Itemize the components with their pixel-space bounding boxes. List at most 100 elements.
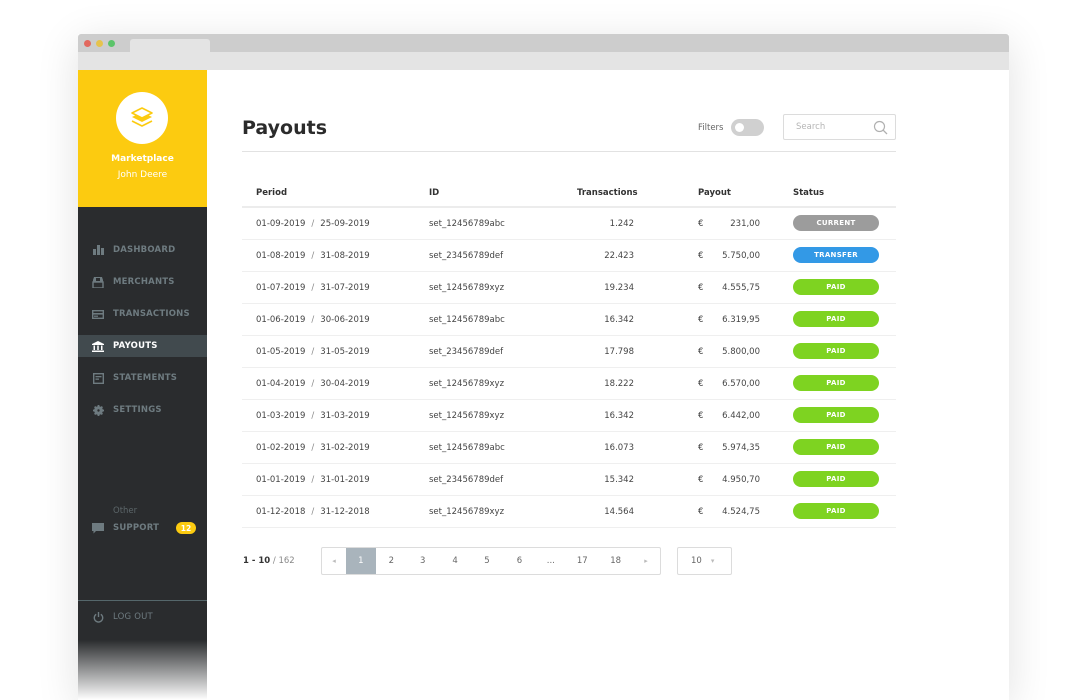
per-page-select[interactable]: 10 ▾ <box>677 547 732 575</box>
table-row[interactable]: 01-03-2019 / 31-03-2019 set_12456789xyz 16… <box>242 400 896 432</box>
status-badge: CURRENT <box>793 215 879 231</box>
period-separator: / <box>311 443 315 453</box>
table-row[interactable]: 01-02-2019 / 31-02-2019 set_12456789abc 16… <box>242 432 896 464</box>
period-end: 30-04-2019 <box>320 379 370 389</box>
table-row[interactable]: 01-09-2019 / 25-09-2019 set_12456789abc 1.… <box>242 208 896 240</box>
chevron-down-icon: ▾ <box>710 557 715 565</box>
period-separator: / <box>311 283 315 293</box>
payout-id[interactable]: set_23456789def <box>429 251 503 261</box>
page-button[interactable]: 5 <box>472 548 503 574</box>
payout-amount: 4.555,75 <box>722 283 760 293</box>
power-icon <box>92 611 104 623</box>
main-content: Payouts Filters Period ID Transactions P… <box>207 70 1009 700</box>
sidebar-item-label: TRANSACTIONS <box>113 309 190 319</box>
credit-card-icon <box>92 308 104 320</box>
pagination-range: 1 - 10 <box>243 556 271 566</box>
payout-amount: 4.524,75 <box>722 507 760 517</box>
period-start: 01-04-2019 <box>256 379 306 389</box>
table-row[interactable]: 01-07-2019 / 31-07-2019 set_12456789xyz 19… <box>242 272 896 304</box>
table-row[interactable]: 01-01-2019 / 31-01-2019 set_23456789def 15… <box>242 464 896 496</box>
transactions-count: 15.342 <box>604 475 634 485</box>
minimize-window-icon[interactable] <box>96 40 103 47</box>
payout-id[interactable]: set_12456789abc <box>429 315 505 325</box>
payout-id[interactable]: set_12456789xyz <box>429 379 504 389</box>
page-button[interactable]: 3 <box>407 548 439 574</box>
table-row[interactable]: 01-05-2019 / 31-05-2019 set_23456789def 17… <box>242 336 896 368</box>
prev-page-button[interactable]: ◂ <box>322 548 346 574</box>
table-row[interactable]: 01-12-2018 / 31-12-2018 set_12456789xyz 14… <box>242 496 896 528</box>
payouts-table: Period ID Transactions Payout Status 01-… <box>242 182 896 528</box>
close-window-icon[interactable] <box>84 40 91 47</box>
next-page-button[interactable]: ▸ <box>632 548 660 574</box>
layers-icon <box>116 92 168 144</box>
sidebar-section-other: Other <box>113 506 138 516</box>
payout-id[interactable]: set_12456789abc <box>429 443 505 453</box>
header-divider <box>242 151 896 152</box>
page-button[interactable]: 4 <box>439 548 472 574</box>
payout-id[interactable]: set_12456789xyz <box>429 283 504 293</box>
bar-chart-icon <box>92 244 104 256</box>
sidebar-item-merchants[interactable]: MERCHANTS <box>78 271 207 293</box>
sidebar-item-settings[interactable]: SETTINGS <box>78 399 207 421</box>
sidebar-item-statements[interactable]: STATEMENTS <box>78 367 207 389</box>
payout-id[interactable]: set_23456789def <box>429 475 503 485</box>
search-icon[interactable] <box>873 120 888 139</box>
browser-tab[interactable] <box>130 39 210 52</box>
column-header-id[interactable]: ID <box>429 188 439 198</box>
page-button[interactable]: 17 <box>565 548 599 574</box>
payout-id[interactable]: set_12456789abc <box>429 219 505 229</box>
period-end: 31-05-2019 <box>320 347 370 357</box>
gear-icon <box>92 404 104 416</box>
sidebar-divider <box>78 600 207 601</box>
sidebar-item-transactions[interactable]: TRANSACTIONS <box>78 303 207 325</box>
chat-icon <box>92 522 104 534</box>
period-cell: 01-12-2018 / 31-12-2018 <box>256 507 370 517</box>
sidebar-item-dashboard[interactable]: DASHBOARD <box>78 239 207 261</box>
logout-button[interactable]: LOG OUT <box>78 606 207 628</box>
sidebar-item-label: SUPPORT <box>113 523 160 533</box>
transactions-count: 16.342 <box>604 315 634 325</box>
sidebar-item-label: STATEMENTS <box>113 373 178 383</box>
support-count-badge: 12 <box>176 522 196 534</box>
payout-id[interactable]: set_12456789xyz <box>429 411 504 421</box>
column-header-period[interactable]: Period <box>256 188 287 198</box>
table-row[interactable]: 01-08-2019 / 31-08-2019 set_23456789def 22… <box>242 240 896 272</box>
column-header-payout[interactable]: Payout <box>698 188 731 198</box>
sidebar-item-payouts[interactable]: PAYOUTS <box>78 335 207 357</box>
payout-id[interactable]: set_12456789xyz <box>429 507 504 517</box>
period-start: 01-09-2019 <box>256 219 306 229</box>
table-row[interactable]: 01-04-2019 / 30-04-2019 set_12456789xyz 18… <box>242 368 896 400</box>
store-icon <box>92 276 104 288</box>
period-end: 31-02-2019 <box>320 443 370 453</box>
period-cell: 01-06-2019 / 30-06-2019 <box>256 315 370 325</box>
filters-label: Filters <box>698 123 724 133</box>
period-cell: 01-02-2019 / 31-02-2019 <box>256 443 370 453</box>
filters-toggle[interactable] <box>731 119 764 136</box>
transactions-count: 17.798 <box>604 347 634 357</box>
period-start: 01-08-2019 <box>256 251 306 261</box>
page-button[interactable]: 18 <box>599 548 632 574</box>
page-ellipsis: ... <box>546 556 555 566</box>
search-box[interactable] <box>783 114 896 140</box>
period-separator: / <box>311 379 315 389</box>
browser-toolbar <box>78 52 1009 70</box>
maximize-window-icon[interactable] <box>108 40 115 47</box>
logout-label: LOG OUT <box>113 612 153 622</box>
column-header-transactions[interactable]: Transactions <box>577 188 638 198</box>
table-row[interactable]: 01-06-2019 / 30-06-2019 set_12456789abc 16… <box>242 304 896 336</box>
payout-amount: 6.442,00 <box>722 411 760 421</box>
page-button[interactable]: 6 <box>502 548 536 574</box>
status-badge: TRANSFER <box>793 247 879 263</box>
payout-amount: 6.570,00 <box>722 379 760 389</box>
page-button[interactable]: 2 <box>376 548 407 574</box>
column-header-status[interactable]: Status <box>793 188 824 198</box>
search-input[interactable] <box>796 122 866 132</box>
sidebar-item-support[interactable]: SUPPORT 12 <box>78 517 207 539</box>
period-separator: / <box>311 475 315 485</box>
page-button[interactable]: 1 <box>345 548 376 574</box>
payout-id[interactable]: set_23456789def <box>429 347 503 357</box>
brand-header: Marketplace John Deere <box>78 70 207 207</box>
transactions-count: 16.342 <box>604 411 634 421</box>
per-page-value: 10 <box>691 556 702 566</box>
period-start: 01-03-2019 <box>256 411 306 421</box>
